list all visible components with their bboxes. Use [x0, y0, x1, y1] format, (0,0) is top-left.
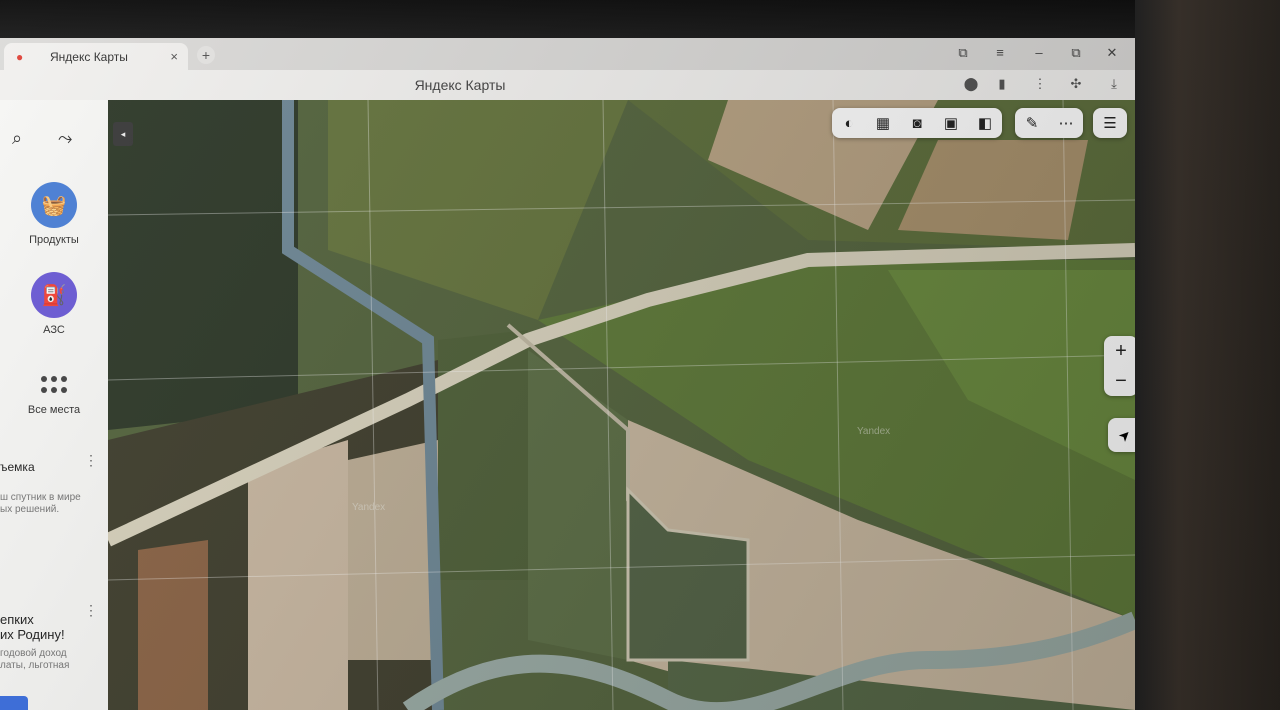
promo-text: ш спутник в мире: [0, 492, 81, 503]
map-watermark: Yandex: [857, 426, 891, 437]
download-icon[interactable]: ⤓: [1105, 76, 1123, 92]
zoom-in-button[interactable]: +: [1104, 336, 1135, 366]
map-pin-icon: ●: [16, 49, 24, 64]
basket-icon: 🧺: [31, 182, 77, 228]
extensions-icon[interactable]: ✣: [1067, 76, 1085, 92]
close-window-button[interactable]: ✕: [1103, 45, 1121, 61]
new-tab-button[interactable]: +: [197, 46, 215, 64]
more-icon[interactable]: ⋮: [1031, 76, 1049, 92]
map-layers-toolbar: ◐ ▦ ◙ ▣ ◧: [832, 108, 1002, 138]
category-products[interactable]: 🧺 Продукты: [0, 182, 108, 246]
category-label: Все места: [27, 404, 81, 416]
page-title: Яндекс Карты: [414, 77, 506, 93]
panorama-icon[interactable]: ◙: [900, 108, 934, 138]
zoom-controls: + −: [1104, 336, 1135, 396]
promo-title: их Родину!: [0, 627, 65, 642]
more-options-icon[interactable]: ⋯: [1049, 108, 1083, 138]
map-watermark: Yandex: [352, 502, 386, 513]
satellite-imagery: [108, 100, 1135, 710]
ruler-icon[interactable]: ✎: [1015, 108, 1049, 138]
promo-more-icon[interactable]: ⋮: [84, 602, 98, 619]
map-tools-toolbar: ✎ ⋯: [1015, 108, 1083, 138]
hamburger-icon: ☰: [1103, 115, 1117, 132]
bookmark-icon[interactable]: ▮: [993, 76, 1011, 92]
menu-icon[interactable]: ≡: [991, 45, 1009, 60]
satellite-map[interactable]: ◂ ◐ ▦ ◙ ▣ ◧ ✎ ⋯ ☰ + − ➤ Yandex Yandex: [108, 100, 1135, 710]
category-label: АЗС: [43, 324, 65, 336]
location-pin-icon[interactable]: ⬤: [962, 76, 980, 92]
monitor-bezel-right: [1135, 0, 1280, 710]
transit-icon[interactable]: ▣: [934, 108, 968, 138]
route-icon[interactable]: ⤳: [58, 128, 72, 149]
collapse-sidebar-button[interactable]: ◂: [113, 122, 133, 146]
grid-icon: [41, 376, 67, 394]
browser-window: ● Яндекс Карты × + ⧉ ≡ – ⧉ ✕ Яндекс Карт…: [0, 38, 1135, 710]
monitor-bezel-top: [0, 0, 1140, 40]
my-location-button[interactable]: ➤: [1108, 418, 1135, 452]
navigation-arrow-icon: ➤: [1114, 424, 1135, 445]
address-bar[interactable]: Яндекс Карты ⬤ ▮ ⋮ ✣ ⤓: [0, 70, 1135, 101]
category-label: Продукты: [29, 234, 79, 246]
category-all-places[interactable]: Все места: [0, 376, 108, 416]
traffic-icon[interactable]: ◧: [968, 108, 1002, 138]
bookmarks-icon[interactable]: ⧉: [954, 45, 972, 61]
tab-title: Яндекс Карты: [50, 49, 128, 64]
fuel-icon: ⛽: [31, 272, 77, 318]
minimize-button[interactable]: –: [1030, 45, 1048, 60]
maximize-button[interactable]: ⧉: [1067, 45, 1085, 61]
photo-screen: ● Яндекс Карты × + ⧉ ≡ – ⧉ ✕ Яндекс Карт…: [0, 0, 1280, 710]
map-layers-icon[interactable]: ▦: [866, 108, 900, 138]
promo-button[interactable]: [0, 696, 28, 710]
tab-yandex-maps[interactable]: ● Яндекс Карты ×: [4, 43, 188, 70]
map-mode-icon[interactable]: ◐: [832, 108, 866, 138]
promo-card-homeland[interactable]: епких их Родину! годовой доход латы, льг…: [0, 612, 100, 672]
sidebar: ⌕ ⤳ 🧺 Продукты ⛽ АЗС Все места ъемка ш с…: [0, 100, 109, 710]
promo-text: годовой доход: [0, 648, 67, 659]
main-menu-button[interactable]: ☰: [1093, 108, 1127, 138]
tab-close-icon[interactable]: ×: [170, 49, 178, 64]
zoom-out-button[interactable]: −: [1104, 366, 1135, 396]
category-gas-stations[interactable]: ⛽ АЗС: [0, 272, 108, 336]
promo-more-icon[interactable]: ⋮: [84, 452, 98, 469]
promo-text: латы, льготная: [0, 660, 70, 671]
tab-bar: ● Яндекс Карты × + ⧉ ≡ – ⧉ ✕: [0, 38, 1135, 70]
search-icon[interactable]: ⌕: [12, 128, 22, 149]
promo-text: ых решений.: [0, 504, 60, 515]
